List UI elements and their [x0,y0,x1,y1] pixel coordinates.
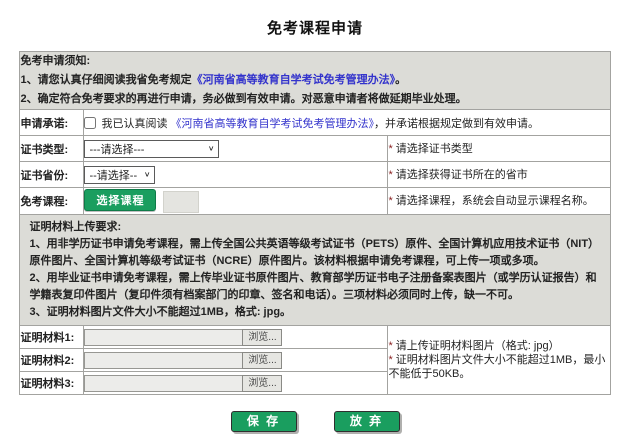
commitment-row: 申请承诺: 我已认真阅读 《河南省高等教育自学考试免考管理办法》，并承诺根据规定… [20,110,610,136]
regulation-link[interactable]: 《河南省高等教育自学考试免考管理办法》 [192,74,396,86]
commitment-text: 我已认真阅读 《河南省高等教育自学考试免考管理办法》，并承诺根据规定做到有效申请… [101,115,539,131]
exemption-application-page: 免考课程申请 免考申请须知: 1、请您认真仔细阅读我省免考规定《河南省高等教育自… [0,0,630,432]
cert-province-row: 证书省份: --请选择-- ∨ * 请选择获得证书所在的省市 [20,162,610,188]
course-name-box [163,191,199,213]
upload-requirements-line-3: 3、证明材料图片文件大小不能超过1MB，格式: jpg。 [29,304,600,321]
browse-button[interactable]: 浏览... [242,352,282,369]
material-2-file-input[interactable]: 浏览... [84,352,282,369]
course-hint-cell: * 请选择课程，系统会自动显示课程名称。 [388,188,610,215]
save-button[interactable]: 保 存 [231,411,297,432]
cert-type-select[interactable]: ---请选择--- ∨ [84,140,219,158]
upload-requirements-row: 证明材料上传要求: 1、用非学历证书申请免考课程，需上传全国公共英语等级考试证书… [20,215,610,326]
browse-button[interactable]: 浏览... [242,375,282,392]
upload-requirements-line-2: 2、用毕业证书申请免考课程，需上传毕业证书原件图片、教育部学历证书电子注册备案表… [29,270,600,304]
browse-button[interactable]: 浏览... [242,329,282,346]
cert-type-hint: 请选择证书类型 [396,143,473,155]
course-row: 免考课程: 选择课程 * 请选择课程，系统会自动显示课程名称。 [20,188,610,215]
form-actions: 保 存 放 弃 [20,411,610,432]
course-label: 免考课程: [20,188,84,215]
select-course-button[interactable]: 选择课程 [84,189,156,211]
notice-line1-text: 1、请您认真仔细阅读我省免考规定 [20,74,191,86]
cert-province-select-value: --请选择-- [89,167,137,183]
page-title: 免考课程申请 [0,0,630,38]
materials-hint-line-2: *证明材料图片文件大小不能超过1MB，最小不能低于50KB。 [388,353,609,381]
application-notice: 免考申请须知: 1、请您认真仔细阅读我省免考规定《河南省高等教育自学考试免考管理… [20,52,610,110]
required-star: * [388,169,392,181]
cert-type-label: 证书类型: [20,136,84,162]
notice-line-1: 1、请您认真仔细阅读我省免考规定《河南省高等教育自学考试免考管理办法》。 [20,71,609,90]
file-path-field[interactable] [85,376,243,391]
cert-province-select[interactable]: --请选择-- ∨ [84,166,155,184]
required-star: * [388,340,392,352]
cert-type-select-value: ---请选择--- [89,141,144,157]
required-star: * [388,195,392,207]
cert-province-label: 证书省份: [20,162,84,188]
commitment-label: 申请承诺: [20,110,84,136]
commitment-regulation-link[interactable]: 《河南省高等教育自学考试免考管理办法》 [171,118,375,130]
notice-line-2: 2、确定符合免考要求的再进行申请，务必做到有效申请。对恶意申请者将做延期毕业处理… [20,90,609,109]
notice-heading: 免考申请须知: [20,52,609,71]
course-hint: 请选择课程，系统会自动显示课程名称。 [396,195,594,207]
required-star: * [388,354,392,366]
materials-hint-1: 请上传证明材料图片（格式: jpg） [396,340,560,352]
file-path-field[interactable] [85,330,243,345]
cert-province-hint-cell: * 请选择获得证书所在的省市 [388,162,610,188]
notice-section-row: 免考申请须知: 1、请您认真仔细阅读我省免考规定《河南省高等教育自学考试免考管理… [20,52,610,110]
upload-requirements-heading: 证明材料上传要求: [29,219,600,236]
upload-requirements-line-1: 1、用非学历证书申请免考课程，需上传全国公共英语等级考试证书（PETS）原件、全… [29,236,600,270]
discard-button[interactable]: 放 弃 [334,411,400,432]
material-2-label: 证明材料2: [20,349,84,372]
materials-hint-line-1: * 请上传证明材料图片（格式: jpg） [388,339,609,353]
required-star: * [388,143,392,155]
commitment-text-suffix: ，并承诺根据规定做到有效申请。 [374,118,539,130]
commitment-text-prefix: 我已认真阅读 [101,118,170,130]
commitment-checkbox-group: 我已认真阅读 《河南省高等教育自学考试免考管理办法》，并承诺根据规定做到有效申请… [84,115,609,131]
cert-province-hint: 请选择获得证书所在的省市 [396,169,528,181]
material-1-row: 证明材料1: 浏览... *请上传证明材料图片（格式: jpg） *证明材料图片… [20,326,610,349]
upload-requirements-notice: 证明材料上传要求: 1、用非学历证书申请免考课程，需上传全国公共英语等级考试证书… [20,215,610,326]
cert-type-row: 证书类型: ---请选择--- ∨ * 请选择证书类型 [20,136,610,162]
application-form-table: 免考申请须知: 1、请您认真仔细阅读我省免考规定《河南省高等教育自学考试免考管理… [19,51,610,395]
material-3-file-input[interactable]: 浏览... [84,375,282,392]
material-1-label: 证明材料1: [20,326,84,349]
file-path-field[interactable] [85,353,243,368]
notice-line1-suffix: 。 [395,74,406,86]
material-1-file-input[interactable]: 浏览... [84,329,282,346]
material-3-label: 证明材料3: [20,372,84,395]
commitment-checkbox[interactable] [84,117,96,129]
cert-type-hint-cell: * 请选择证书类型 [388,136,610,162]
materials-hint-cell: *请上传证明材料图片（格式: jpg） *证明材料图片文件大小不能超过1MB，最… [388,326,610,395]
materials-hint-2: 证明材料图片文件大小不能超过1MB，最小不能低于50KB。 [388,354,605,380]
chevron-down-icon: ∨ [144,170,151,179]
chevron-down-icon: ∨ [208,144,215,153]
